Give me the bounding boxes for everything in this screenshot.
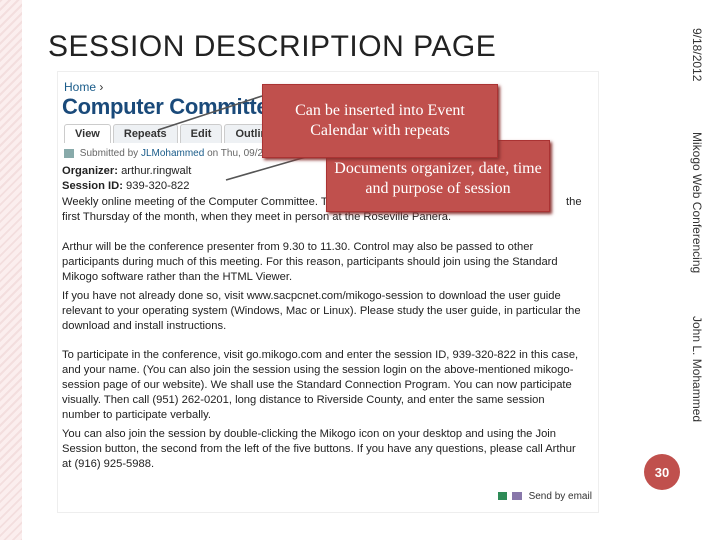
callout-connector-lines	[157, 95, 331, 181]
page-number-badge: 30	[644, 454, 680, 490]
callout-repeats-text: Can be inserted into Event Calendar with…	[295, 102, 465, 139]
callout-repeats: Can be inserted into Event Calendar with…	[262, 84, 498, 158]
callout-organizer-text: Documents organizer, date, time and purp…	[334, 160, 542, 197]
connector-line-repeats	[157, 95, 263, 131]
